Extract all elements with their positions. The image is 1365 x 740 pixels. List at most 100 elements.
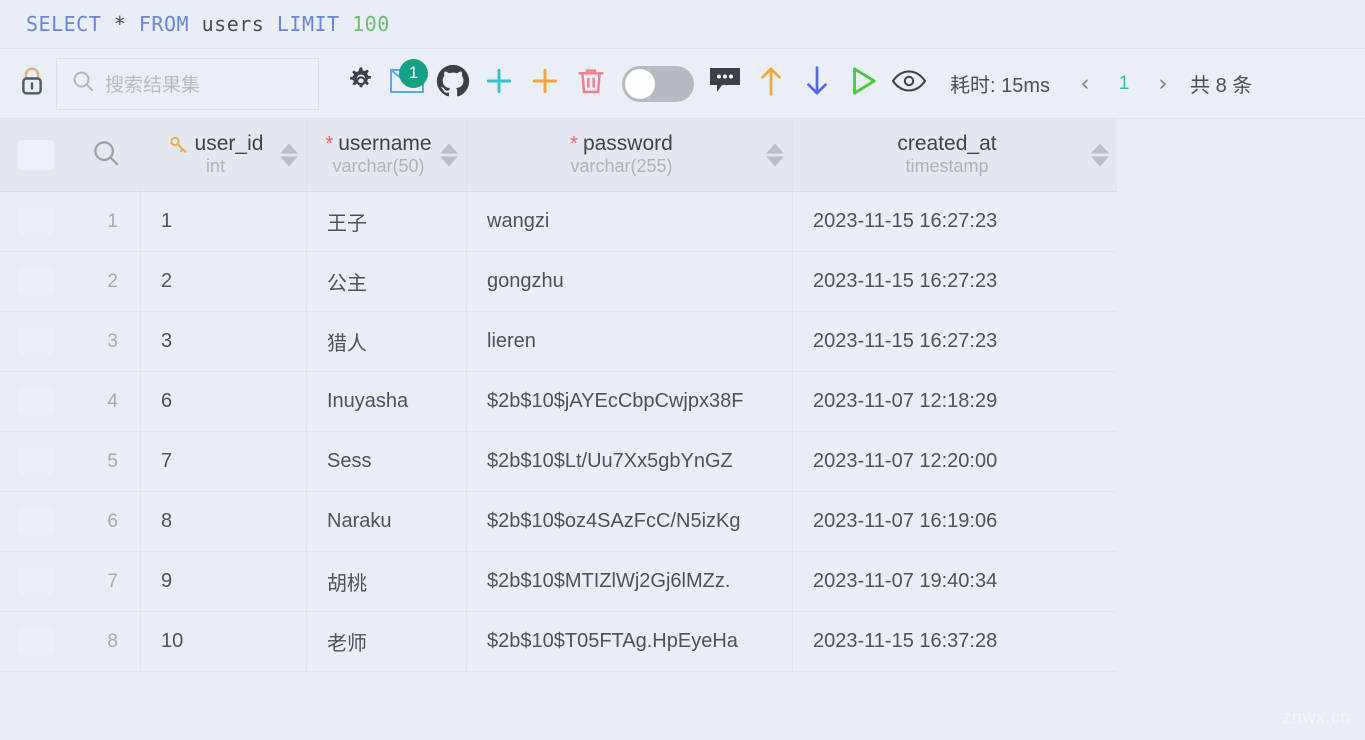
table-row[interactable]: 8 10 老师 $2b$10$T05FTAg.HpEyeHa 2023-11-15 16… (0, 612, 1117, 672)
result-grid: user_id int * username varchar(50) * pas… (0, 119, 1117, 672)
cell-username[interactable]: 猎人 (307, 312, 466, 371)
row-checkbox[interactable] (18, 567, 54, 595)
grid-header-row: user_id int * username varchar(50) * pas… (0, 119, 1117, 192)
row-select-cell[interactable] (0, 252, 72, 311)
pagination-group: 耗时: 15ms ‹ 1 › 共 8 条 (950, 69, 1252, 98)
row-search-cell[interactable] (72, 119, 140, 191)
table-row[interactable]: 5 7 Sess $2b$10$Lt/Uu7Xx5gbYnGZ 2023-11-07 1… (0, 432, 1117, 492)
row-select-cell[interactable] (0, 492, 72, 551)
cell-created_at[interactable]: 2023-11-15 16:27:23 (793, 312, 1117, 371)
row-checkbox[interactable] (18, 627, 54, 655)
delete-icon (575, 65, 607, 102)
row-select-cell[interactable] (0, 612, 72, 671)
cell-created_at[interactable]: 2023-11-15 16:27:23 (793, 192, 1117, 251)
preview-button[interactable] (886, 61, 932, 107)
add-column-button[interactable] (522, 61, 568, 107)
select-all-checkbox[interactable] (18, 140, 54, 170)
column-header-user_id[interactable]: user_id int (140, 119, 306, 191)
select-all-cell[interactable] (0, 119, 72, 191)
add-row-button[interactable] (476, 61, 522, 107)
elapsed-time-label: 耗时: 15ms (950, 75, 1051, 97)
row-checkbox[interactable] (18, 327, 54, 355)
current-page-number[interactable]: 1 (1102, 73, 1146, 95)
table-row[interactable]: 1 1 王子 wangzi 2023-11-15 16:27:23 (0, 192, 1117, 252)
lock-button[interactable] (8, 65, 56, 102)
column-header-password[interactable]: * password varchar(255) (466, 119, 792, 191)
sql-query-bar[interactable]: SELECT * FROM users LIMIT 100 (0, 0, 1365, 49)
search-result-box[interactable]: 搜索结果集 (56, 57, 319, 110)
row-select-cell[interactable] (0, 552, 72, 611)
cell-user_id[interactable]: 10 (141, 612, 306, 671)
column-name: created_at (897, 132, 997, 156)
row-checkbox[interactable] (18, 387, 54, 415)
cell-username[interactable]: Inuyasha (307, 372, 466, 431)
sort-toggle-created_at[interactable] (1091, 143, 1109, 167)
row-checkbox[interactable] (18, 447, 54, 475)
cell-user_id[interactable]: 9 (141, 552, 306, 611)
cell-password[interactable]: $2b$10$MTIZlWj2Gj6lMZz. (467, 552, 792, 611)
sort-toggle-user_id[interactable] (280, 143, 298, 167)
cell-password[interactable]: $2b$10$oz4SAzFcC/N5izKg (467, 492, 792, 551)
delete-button[interactable] (568, 61, 614, 107)
next-page-button[interactable]: › (1146, 71, 1180, 97)
github-icon (436, 64, 470, 103)
table-row[interactable]: 4 6 Inuyasha $2b$10$jAYEcCbpCwjpx38F 2023-11… (0, 372, 1117, 432)
cell-created_at[interactable]: 2023-11-15 16:37:28 (793, 612, 1117, 671)
cell-password[interactable]: lieren (467, 312, 792, 371)
row-checkbox[interactable] (18, 507, 54, 535)
cell-created_at[interactable]: 2023-11-07 12:20:00 (793, 432, 1117, 491)
table-row[interactable]: 7 9 胡桃 $2b$10$MTIZlWj2Gj6lMZz. 2023-11-07 19… (0, 552, 1117, 612)
column-name: user_id (194, 132, 264, 156)
row-checkbox[interactable] (18, 207, 54, 235)
cell-username[interactable]: Naraku (307, 492, 466, 551)
search-input[interactable]: 搜索结果集 (105, 70, 200, 97)
sort-toggle-password[interactable] (766, 143, 784, 167)
cell-user_id[interactable]: 8 (141, 492, 306, 551)
cell-password[interactable]: $2b$10$Lt/Uu7Xx5gbYnGZ (467, 432, 792, 491)
cell-username[interactable]: 王子 (307, 192, 466, 251)
watermark: znwx.cn (1282, 707, 1351, 727)
cell-user_id[interactable]: 2 (141, 252, 306, 311)
table-row[interactable]: 6 8 Naraku $2b$10$oz4SAzFcC/N5izKg 2023-11-0… (0, 492, 1117, 552)
sort-desc-button[interactable] (794, 61, 840, 107)
column-header-username[interactable]: * username varchar(50) (306, 119, 466, 191)
cell-password[interactable]: $2b$10$T05FTAg.HpEyeHa (467, 612, 792, 671)
cell-created_at[interactable]: 2023-11-07 12:18:29 (793, 372, 1117, 431)
row-select-cell[interactable] (0, 432, 72, 491)
table-row[interactable]: 2 2 公主 gongzhu 2023-11-15 16:27:23 (0, 252, 1117, 312)
cell-user_id[interactable]: 6 (141, 372, 306, 431)
sort-toggle-username[interactable] (440, 143, 458, 167)
cell-user_id[interactable]: 1 (141, 192, 306, 251)
toggle-switch[interactable] (622, 65, 694, 102)
cell-created_at[interactable]: 2023-11-07 19:40:34 (793, 552, 1117, 611)
comment-button[interactable] (702, 61, 748, 107)
column-type: varchar(255) (570, 156, 673, 177)
row-select-cell[interactable] (0, 372, 72, 431)
cell-user_id[interactable]: 7 (141, 432, 306, 491)
cell-username[interactable]: 胡桃 (307, 552, 466, 611)
column-header-created_at[interactable]: created_at timestamp (792, 119, 1117, 191)
cell-password[interactable]: gongzhu (467, 252, 792, 311)
sort-asc-button[interactable] (748, 61, 794, 107)
cell-created_at[interactable]: 2023-11-07 16:19:06 (793, 492, 1117, 551)
run-query-button[interactable] (840, 61, 886, 107)
cell-password[interactable]: wangzi (467, 192, 792, 251)
cell-username[interactable]: Sess (307, 432, 466, 491)
cell-created_at[interactable]: 2023-11-15 16:27:23 (793, 252, 1117, 311)
row-select-cell[interactable] (0, 312, 72, 371)
sort-desc-icon (802, 64, 832, 103)
cell-user_id[interactable]: 3 (141, 312, 306, 371)
table-row[interactable]: 3 3 猎人 lieren 2023-11-15 16:27:23 (0, 312, 1117, 372)
settings-button[interactable] (338, 61, 384, 107)
cell-password[interactable]: $2b$10$jAYEcCbpCwjpx38F (467, 372, 792, 431)
sql-keyword-select: SELECT (26, 12, 102, 36)
row-select-cell[interactable] (0, 192, 72, 251)
cell-username[interactable]: 老师 (307, 612, 466, 671)
row-index: 4 (107, 390, 118, 412)
row-index: 1 (107, 210, 118, 232)
prev-page-button[interactable]: ‹ (1068, 71, 1102, 97)
mail-button[interactable]: 1 (384, 58, 430, 107)
row-checkbox[interactable] (18, 267, 54, 295)
cell-username[interactable]: 公主 (307, 252, 466, 311)
github-button[interactable] (430, 61, 476, 107)
